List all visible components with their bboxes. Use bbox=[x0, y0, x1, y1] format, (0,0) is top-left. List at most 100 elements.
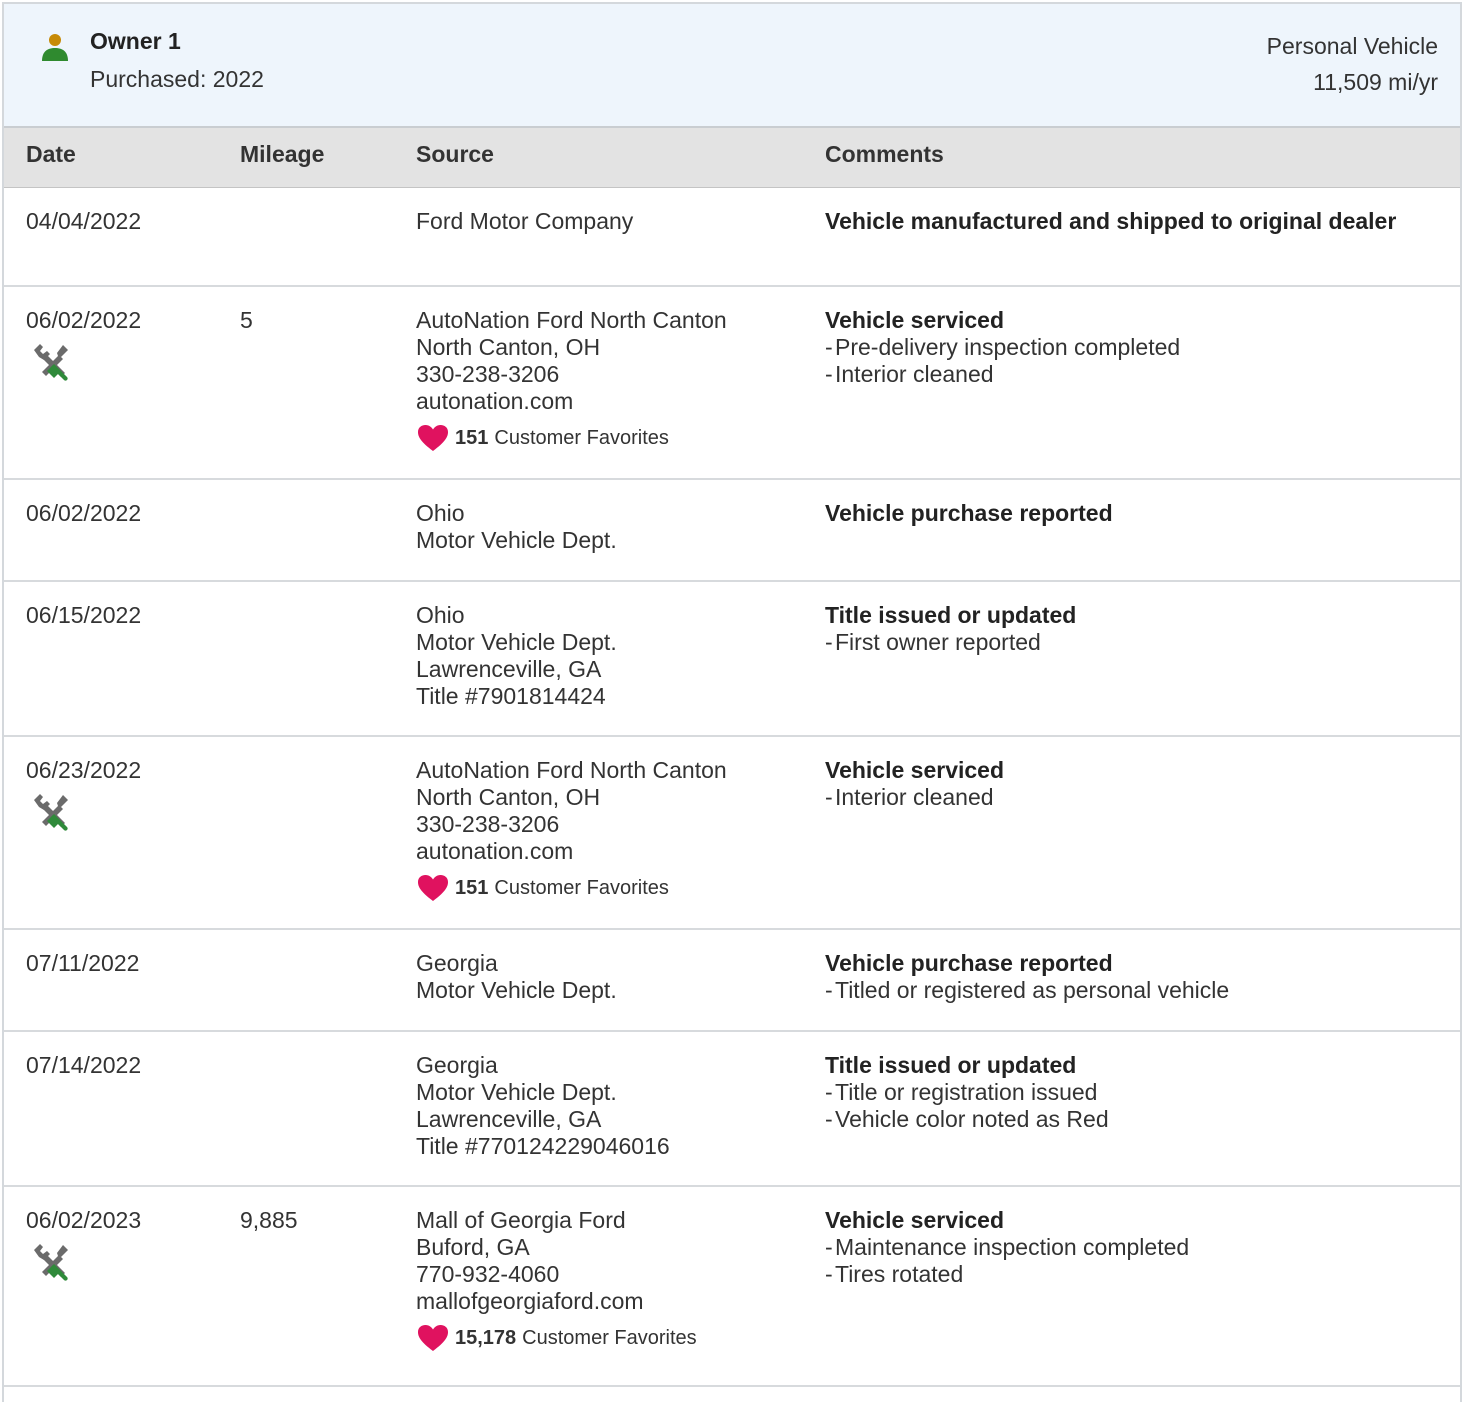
comments-cell: Vehicle serviced - Pre-delivery inspection… bbox=[825, 307, 1180, 388]
column-header-comments: Comments bbox=[825, 141, 944, 167]
dash-marker: - bbox=[825, 334, 833, 360]
date-text: 04/04/2022 bbox=[26, 208, 142, 234]
favorites-count: 151 bbox=[455, 426, 489, 449]
comment-detail: - Tires rotated bbox=[825, 1261, 1189, 1288]
wrench-screwdriver-icon bbox=[34, 1244, 68, 1281]
source-line: Buford, GA bbox=[416, 1234, 530, 1260]
source-line: Motor Vehicle Dept. bbox=[416, 629, 617, 655]
dash-marker: - bbox=[825, 1079, 833, 1105]
date-cell: 04/04/2022 bbox=[26, 208, 141, 235]
comments-cell: Title issued or updated - First owner repo… bbox=[825, 602, 1076, 656]
column-header-source: Source bbox=[416, 141, 494, 167]
source-cell: Ford Motor Company bbox=[416, 208, 633, 235]
favorites-label: Customer Favorites bbox=[494, 426, 669, 449]
comment-detail: - First owner reported bbox=[825, 629, 1076, 656]
date-text: 07/11/2022 bbox=[26, 950, 140, 976]
source-line[interactable]: autonation.com bbox=[416, 388, 727, 415]
source-line: Lawrenceville, GA bbox=[416, 1106, 602, 1132]
comment-detail-text: Title or registration issued bbox=[835, 1079, 1098, 1105]
source-cell: Ohio Motor Vehicle Dept. bbox=[416, 500, 617, 554]
owner-title: Owner 1 bbox=[90, 28, 181, 54]
date-cell: 06/23/2022 bbox=[26, 757, 141, 834]
table-row: 04/04/2022 Ford Motor Company Vehicle manu… bbox=[4, 188, 1460, 287]
comments-cell: Vehicle serviced - Maintenance inspection … bbox=[825, 1207, 1189, 1288]
owner-summary: Personal Vehicle 11,509 mi/yr bbox=[1267, 28, 1438, 100]
heart-icon bbox=[418, 425, 448, 451]
source-line: Georgia bbox=[416, 1052, 498, 1078]
mileage-cell: 9,885 bbox=[240, 1207, 298, 1233]
heart-icon bbox=[418, 1325, 448, 1351]
dash-marker: - bbox=[825, 1106, 833, 1132]
comment-detail: - Titled or registered as personal vehicl… bbox=[825, 977, 1229, 1004]
mileage-rate: 11,509 mi/yr bbox=[1313, 69, 1438, 95]
source-line: Mall of Georgia Ford bbox=[416, 1207, 626, 1233]
source-line: North Canton, OH bbox=[416, 334, 601, 360]
date-text: 06/02/2022 bbox=[26, 307, 142, 333]
table-row: 07/14/2022 Georgia Motor Vehicle Dept. Lawr… bbox=[4, 1032, 1460, 1187]
comment-detail-text: Titled or registered as personal vehicle bbox=[835, 977, 1230, 1003]
comment-headline: Vehicle purchase reported bbox=[825, 500, 1113, 526]
comment-detail: - Vehicle color noted as Red bbox=[825, 1106, 1109, 1133]
dash-marker: - bbox=[825, 1234, 833, 1260]
comment-detail-text: Interior cleaned bbox=[835, 361, 994, 387]
heart-icon bbox=[418, 875, 448, 901]
table-row: 06/23/2022 AutoNation Ford North Canton No… bbox=[4, 737, 1460, 930]
source-line[interactable]: mallofgeorgiaford.com bbox=[416, 1288, 697, 1315]
source-line[interactable]: autonation.com bbox=[416, 838, 727, 865]
comments-cell: Vehicle serviced - Interior cleaned bbox=[825, 757, 1004, 811]
favorites-label: Customer Favorites bbox=[522, 1326, 697, 1349]
comment-detail-text: Interior cleaned bbox=[835, 784, 994, 810]
source-cell: Georgia Motor Vehicle Dept. bbox=[416, 950, 617, 1004]
comment-detail: - Interior cleaned bbox=[825, 784, 1004, 811]
source-line: North Canton, OH bbox=[416, 784, 601, 810]
source-line: AutoNation Ford North Canton bbox=[416, 757, 727, 783]
source-line: Georgia bbox=[416, 950, 498, 976]
comments-cell: Vehicle purchase reported bbox=[825, 500, 1113, 527]
source-line: Motor Vehicle Dept. bbox=[416, 527, 617, 553]
customer-favorites[interactable]: 15,178 Customer Favorites bbox=[416, 1324, 697, 1352]
favorites-count: 15,178 bbox=[455, 1326, 517, 1349]
table-row: 06/02/2022 Ohio Motor Vehicle Dept. Vehicle… bbox=[4, 480, 1460, 582]
source-line: 330-238-3206 bbox=[416, 811, 560, 837]
comment-detail-text: Tires rotated bbox=[835, 1261, 964, 1287]
source-line: Ohio bbox=[416, 500, 465, 526]
source-line: Ohio bbox=[416, 602, 465, 628]
source-cell: AutoNation Ford North Canton North Canton… bbox=[416, 757, 727, 902]
source-cell: Georgia Motor Vehicle Dept. Lawrenceville,… bbox=[416, 1052, 670, 1160]
date-cell: 06/02/2023 bbox=[26, 1207, 141, 1284]
vehicle-type: Personal Vehicle bbox=[1266, 33, 1438, 59]
comment-detail-text: Pre-delivery inspection completed bbox=[835, 334, 1181, 360]
comment-headline: Title issued or updated bbox=[825, 602, 1077, 628]
comment-detail: - Interior cleaned bbox=[825, 361, 1180, 388]
dash-marker: - bbox=[825, 1261, 833, 1287]
date-text: 06/02/2023 bbox=[26, 1207, 142, 1233]
source-line: Motor Vehicle Dept. bbox=[416, 977, 617, 1003]
customer-favorites[interactable]: 151 Customer Favorites bbox=[416, 874, 727, 902]
source-cell: Ohio Motor Vehicle Dept. Lawrenceville, GA… bbox=[416, 602, 617, 710]
comment-detail-text: Maintenance inspection completed bbox=[835, 1234, 1190, 1260]
table-row: 06/02/2022 5 AutoNation Ford North Canton N… bbox=[4, 287, 1460, 480]
dash-marker: - bbox=[825, 784, 833, 810]
owner-purchased: Purchased: 2022 bbox=[90, 66, 264, 92]
comment-detail-text: First owner reported bbox=[835, 629, 1041, 655]
table-row: 06/15/2022 Ohio Motor Vehicle Dept. Lawrenc… bbox=[4, 582, 1460, 737]
date-text: 07/14/2022 bbox=[26, 1052, 142, 1078]
history-table-body: 04/04/2022 Ford Motor Company Vehicle manu… bbox=[4, 188, 1460, 1387]
date-cell: 07/14/2022 bbox=[26, 1052, 141, 1079]
customer-favorites[interactable]: 151 Customer Favorites bbox=[416, 424, 727, 452]
person-icon bbox=[42, 34, 68, 61]
date-cell: 06/15/2022 bbox=[26, 602, 141, 629]
dash-marker: - bbox=[825, 629, 833, 655]
comments-cell: Vehicle purchase reported - Titled or regi… bbox=[825, 950, 1229, 1004]
wrench-screwdriver-icon bbox=[34, 794, 68, 831]
favorites-count: 151 bbox=[455, 876, 489, 899]
table-row: 07/11/2022 Georgia Motor Vehicle Dept. Vehi… bbox=[4, 930, 1460, 1032]
wrench-screwdriver-icon bbox=[34, 344, 68, 381]
comment-detail: - Title or registration issued bbox=[825, 1079, 1109, 1106]
source-line: 330-238-3206 bbox=[416, 361, 560, 387]
column-header-mileage: Mileage bbox=[240, 141, 325, 167]
source-line: Title #770124229046016 bbox=[416, 1133, 670, 1159]
date-cell: 06/02/2022 bbox=[26, 500, 141, 527]
date-cell: 06/02/2022 bbox=[26, 307, 141, 384]
table-row: 06/02/2023 9,885 Mall of Georgia Ford Bufor… bbox=[4, 1187, 1460, 1387]
